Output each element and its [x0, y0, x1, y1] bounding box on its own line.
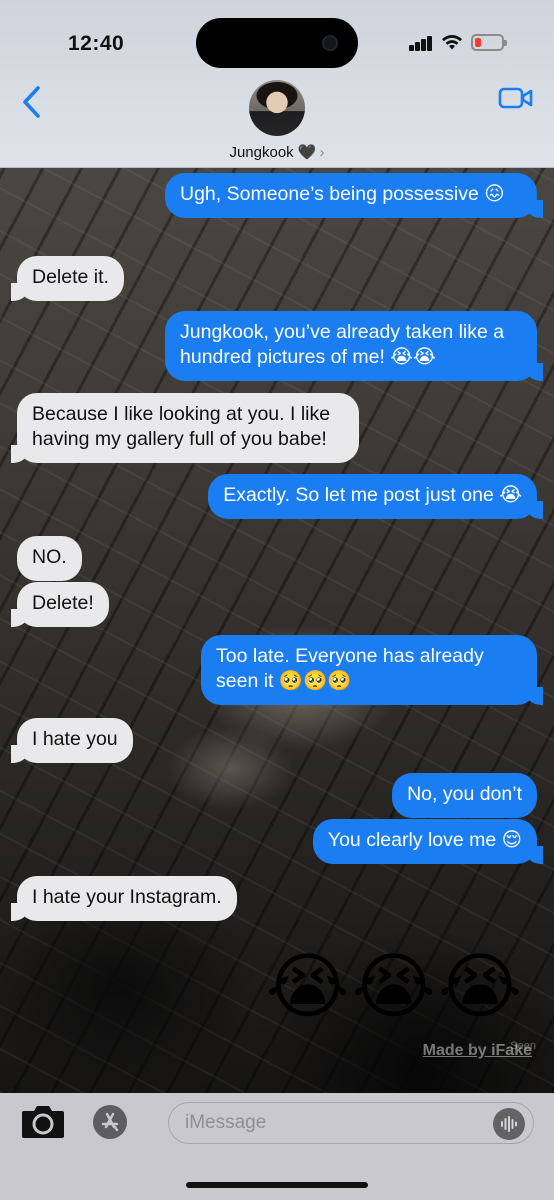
video-call-button[interactable] — [498, 86, 534, 110]
message-bubble-received[interactable]: I hate you — [11, 718, 133, 763]
watermark-text: Made by iFake — [422, 1042, 532, 1059]
cellular-signal-icon — [409, 35, 435, 51]
front-camera-icon — [322, 35, 338, 51]
camera-button[interactable] — [20, 1103, 66, 1139]
message-bubble-received[interactable]: NO. — [17, 536, 82, 581]
back-button[interactable] — [18, 82, 48, 122]
message-bubble-sent[interactable]: Too late. Everyone has already seen it 🥺… — [201, 635, 543, 705]
app-store-button[interactable] — [93, 1105, 127, 1139]
message-bubble-received[interactable]: Delete it. — [11, 256, 124, 301]
battery-level — [475, 38, 481, 47]
chevron-right-icon: › — [319, 144, 325, 161]
home-indicator — [186, 1182, 368, 1188]
message-bubble-sent[interactable]: Exactly. So let me post just one 😭 — [208, 474, 543, 519]
dynamic-island — [196, 18, 358, 68]
contact-avatar[interactable] — [249, 80, 305, 136]
message-bubble-received[interactable]: Delete! — [11, 582, 109, 627]
status-time: 12:40 — [68, 32, 125, 55]
big-emoji-message[interactable]: 😭😭😭 — [266, 942, 524, 1032]
message-bubble-sent[interactable]: Jungkook, you’ve already taken like a hu… — [165, 311, 543, 381]
message-bubble-received[interactable]: Because I like looking at you. I like ha… — [11, 393, 359, 463]
message-bubble-sent[interactable]: Ugh, Someone’s being possessive 😖 — [165, 173, 543, 218]
waveform-icon — [501, 1116, 517, 1132]
message-bubble-sent[interactable]: No, you don’t — [392, 773, 537, 818]
wifi-icon — [442, 34, 462, 50]
battery-icon — [471, 34, 507, 51]
contact-name: Jungkook 🖤 — [229, 144, 317, 161]
audio-message-button[interactable] — [493, 1108, 525, 1140]
message-bubble-sent[interactable]: You clearly love me 😌 — [312, 819, 544, 864]
contact-name-button[interactable]: Jungkook 🖤 › — [0, 143, 554, 161]
app-store-icon — [101, 1112, 119, 1132]
message-bubble-received[interactable]: I hate your Instagram. — [11, 876, 237, 921]
message-input[interactable] — [168, 1102, 534, 1144]
